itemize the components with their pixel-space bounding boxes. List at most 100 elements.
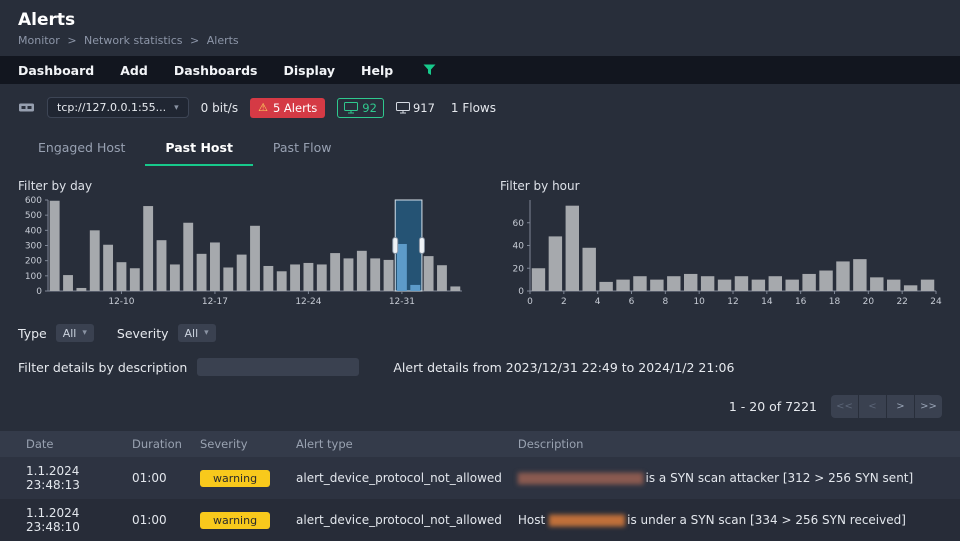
- severity-filter-label: Severity: [116, 325, 169, 341]
- severity-badge: warning: [200, 469, 271, 487]
- tab-past-host[interactable]: Past Host: [145, 134, 253, 166]
- severity-badge: warning: [200, 511, 271, 529]
- svg-text:40: 40: [513, 242, 525, 252]
- svg-text:600: 600: [25, 196, 42, 206]
- charts-row: Filter by day 0 100 200 300 400 500 600 12-10 12…: [0, 179, 960, 311]
- table-header-row: Date Duration Severity Alert type Descri…: [0, 431, 960, 457]
- svg-text:12-31: 12-31: [389, 297, 415, 307]
- interface-select-value: tcp://127.0.0.1:55...: [57, 101, 167, 114]
- tab-engaged-host[interactable]: Engaged Host: [18, 134, 145, 166]
- type-filter-select[interactable]: All ▾: [55, 324, 94, 342]
- pagination-first-button[interactable]: <<: [831, 395, 858, 418]
- svg-text:20: 20: [513, 264, 525, 274]
- svg-text:12-17: 12-17: [202, 297, 228, 307]
- svg-text:4: 4: [595, 297, 601, 307]
- description-filter-row: Filter details by description Alert deta…: [0, 358, 960, 376]
- alerts-table: Date Duration Severity Alert type Descri…: [0, 431, 960, 541]
- pagination-next-button[interactable]: >: [887, 395, 914, 418]
- tabs: Engaged Host Past Host Past Flow: [0, 134, 960, 166]
- filter-by-hour-chart-block: Filter by hour 0 20 40 60 0 2 4 6 8 10 12 14 16 18 20 2…: [500, 179, 950, 311]
- filter-by-day-chart[interactable]: 0 100 200 300 400 500 600 12-10 12-17 12-24 12-31: [18, 195, 470, 307]
- alerts-badge[interactable]: ⚠ 5 Alerts: [250, 97, 326, 118]
- type-filter-value: All: [62, 326, 77, 340]
- type-severity-filter-row: Type All ▾ Severity All ▾: [0, 324, 960, 342]
- svg-text:60: 60: [513, 219, 525, 229]
- hosts-count: 92: [362, 100, 377, 115]
- menu-item-dashboards[interactable]: Dashboards: [174, 63, 258, 78]
- statusbar: tcp://127.0.0.1:55... ▾ 0 bit/s ⚠ 5 Aler…: [0, 97, 960, 118]
- svg-text:12-10: 12-10: [108, 297, 134, 307]
- pagination-range-text: 1 - 20 of 7221: [728, 399, 817, 414]
- column-header-date: Date: [0, 431, 124, 457]
- breadcrumb-separator: >: [67, 34, 77, 47]
- cell-duration: 01:00: [132, 471, 167, 485]
- flows-count: 1 Flows: [450, 100, 496, 115]
- breadcrumb-item-alerts[interactable]: Alerts: [207, 34, 239, 47]
- menu-item-dashboard[interactable]: Dashboard: [18, 63, 94, 78]
- redacted-host: ████████████████████: [517, 474, 643, 485]
- pagination-prev-button[interactable]: <: [859, 395, 886, 418]
- type-filter-label: Type: [18, 325, 47, 341]
- devices-count: 917: [412, 100, 435, 115]
- svg-text:20: 20: [863, 297, 875, 307]
- interface-select[interactable]: tcp://127.0.0.1:55... ▾: [47, 97, 189, 118]
- interface-icon: [18, 101, 35, 114]
- cell-severity: warning: [192, 499, 288, 541]
- monitor-icon: [344, 101, 359, 114]
- svg-text:0: 0: [518, 287, 524, 297]
- warning-triangle-icon: ⚠: [258, 101, 268, 114]
- cell-alert-type: alert_device_protocol_not_allowed: [296, 471, 502, 485]
- filter-by-day-chart-block: Filter by day 0 100 200 300 400 500 600 12-10 12…: [18, 179, 470, 311]
- alert-details-range-text: Alert details from 2023/12/31 22:49 to 2…: [393, 359, 735, 375]
- svg-text:300: 300: [25, 242, 42, 252]
- monitor-icon: [395, 101, 410, 114]
- pagination-buttons: << < > >>: [831, 395, 942, 418]
- severity-filter-select[interactable]: All ▾: [177, 324, 216, 342]
- breadcrumb: Monitor > Network statistics > Alerts: [18, 34, 942, 47]
- svg-text:0: 0: [527, 297, 533, 307]
- svg-text:200: 200: [25, 257, 42, 267]
- svg-text:400: 400: [25, 226, 42, 236]
- cell-date: 1.1.2024 23:48:10: [26, 506, 80, 534]
- severity-filter-value: All: [184, 326, 199, 340]
- redacted-host: ████████████: [549, 516, 625, 527]
- table-row[interactable]: 1.1.2024 23:48:13 01:00 warning alert_de…: [0, 457, 960, 499]
- pagination-last-button[interactable]: >>: [915, 395, 942, 418]
- svg-text:100: 100: [25, 272, 42, 282]
- column-header-duration: Duration: [124, 431, 192, 457]
- column-header-alert-type: Alert type: [288, 431, 510, 457]
- cell-duration: 01:00: [132, 513, 167, 527]
- hosts-badge[interactable]: 92: [337, 97, 384, 118]
- description-prefix: Host: [517, 513, 550, 527]
- tab-past-flow[interactable]: Past Flow: [253, 134, 352, 166]
- page-header: Alerts Monitor > Network statistics > Al…: [0, 0, 960, 47]
- breadcrumb-item-network-statistics[interactable]: Network statistics: [84, 34, 182, 47]
- chevron-down-icon: ▾: [204, 328, 209, 338]
- table-row[interactable]: 1.1.2024 23:48:10 01:00 warning alert_de…: [0, 499, 960, 541]
- cell-description: Host ████████████ is under a SYN scan [3…: [510, 499, 960, 541]
- svg-text:0: 0: [36, 287, 42, 297]
- svg-text:6: 6: [629, 297, 635, 307]
- filter-by-hour-chart[interactable]: 02040600 2 4 6 8 10 12 14 16 18 20 22 24: [500, 195, 950, 307]
- alerts-badge-label: 5 Alerts: [272, 100, 318, 115]
- menu-item-add[interactable]: Add: [120, 63, 148, 78]
- svg-text:500: 500: [25, 211, 42, 221]
- svg-text:12-24: 12-24: [295, 297, 321, 307]
- breadcrumb-separator: >: [190, 34, 200, 47]
- cell-description: ████████████████████ is a SYN scan attac…: [510, 457, 960, 499]
- cell-date: 1.1.2024 23:48:13: [26, 464, 80, 492]
- page-title: Alerts: [18, 10, 76, 30]
- column-header-severity: Severity: [192, 431, 288, 457]
- devices-indicator[interactable]: 917: [395, 100, 435, 115]
- svg-text:10: 10: [693, 297, 705, 307]
- menu-item-display[interactable]: Display: [284, 63, 336, 78]
- cell-alert-type: alert_device_protocol_not_allowed: [296, 513, 502, 527]
- chevron-down-icon: ▾: [82, 328, 87, 338]
- breadcrumb-item-monitor[interactable]: Monitor: [18, 34, 60, 47]
- description-suffix: is under a SYN scan [334 > 256 SYN recei…: [623, 513, 906, 527]
- filter-funnel-icon[interactable]: [423, 64, 436, 76]
- menu-item-help[interactable]: Help: [361, 63, 393, 78]
- svg-text:2: 2: [561, 297, 567, 307]
- description-filter-input[interactable]: [197, 358, 360, 376]
- svg-text:18: 18: [829, 297, 841, 307]
